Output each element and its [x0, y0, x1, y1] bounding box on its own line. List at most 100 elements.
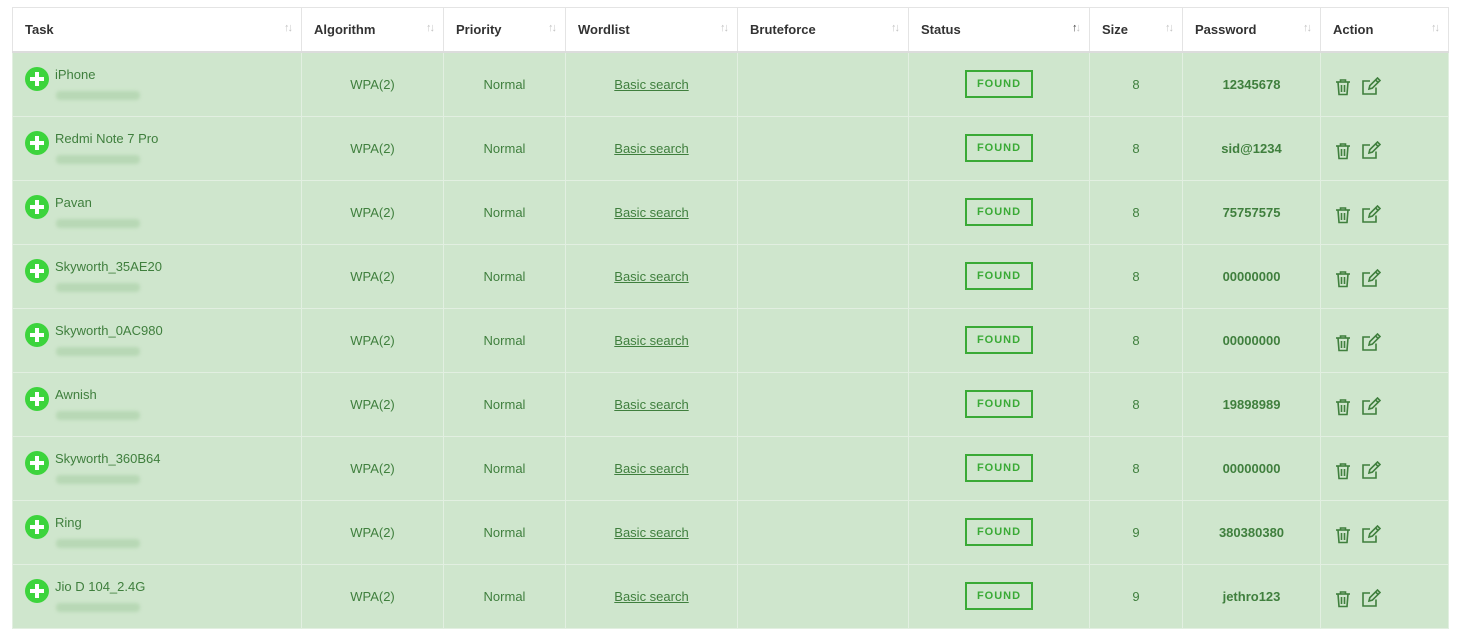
edit-icon[interactable] — [1361, 588, 1382, 611]
sort-arrows-icon[interactable]: ↑↓ — [426, 22, 435, 34]
sort-arrows-icon[interactable]: ↑↓ — [720, 22, 729, 34]
wordlist-link[interactable]: Basic search — [614, 77, 688, 92]
sort-arrows-icon[interactable]: ↑↓ — [548, 22, 557, 34]
algorithm-cell: WPA(2) — [301, 499, 444, 565]
edit-icon[interactable] — [1361, 460, 1382, 483]
tasks-table-container: Task ↑↓ Algorithm ↑↓ Priority ↑↓ Wordlist ↑↓ Bru… — [12, 7, 1449, 629]
table-row[interactable]: Skyworth_35AE20 WPA(2) Normal Basic search F… — [12, 243, 1449, 309]
task-name: Ring — [55, 514, 82, 530]
table-row[interactable]: Redmi Note 7 Pro WPA(2) Normal Basic search… — [12, 115, 1449, 181]
wordlist-link[interactable]: Basic search — [614, 205, 688, 220]
wordlist-link[interactable]: Basic search — [614, 589, 688, 604]
bruteforce-cell — [737, 563, 909, 629]
priority-cell: Normal — [443, 371, 566, 437]
column-header-wordlist[interactable]: Wordlist ↑↓ — [565, 7, 738, 53]
expand-plus-icon[interactable] — [25, 258, 49, 283]
column-header-status[interactable]: Status ↑↓ — [908, 7, 1090, 53]
edit-icon[interactable] — [1361, 396, 1382, 419]
trash-icon[interactable] — [1335, 526, 1351, 547]
status-badge: FOUND — [965, 390, 1033, 418]
edit-icon[interactable] — [1361, 140, 1382, 163]
column-header-label: Wordlist — [578, 22, 630, 37]
password-cell: 380380380 — [1182, 499, 1321, 565]
wordlist-link[interactable]: Basic search — [614, 141, 688, 156]
column-header-action[interactable]: Action ↑↓ — [1320, 7, 1449, 53]
size-cell: 8 — [1089, 179, 1183, 245]
algorithm-cell: WPA(2) — [301, 179, 444, 245]
column-header-task[interactable]: Task ↑↓ — [12, 7, 302, 53]
priority-cell: Normal — [443, 307, 566, 373]
trash-icon[interactable] — [1335, 334, 1351, 355]
password-cell: 00000000 — [1182, 307, 1321, 373]
wordlist-link[interactable]: Basic search — [614, 397, 688, 412]
redacted-bssid — [56, 346, 140, 356]
trash-icon[interactable] — [1335, 78, 1351, 99]
expand-plus-icon[interactable] — [25, 386, 49, 411]
table-row[interactable]: Skyworth_360B64 WPA(2) Normal Basic search F… — [12, 435, 1449, 501]
task-name: Skyworth_35AE20 — [55, 258, 162, 274]
status-cell: FOUND — [908, 51, 1090, 117]
table-row[interactable]: iPhone WPA(2) Normal Basic search FOUND 8 1234… — [12, 51, 1449, 117]
column-header-label: Action — [1333, 22, 1374, 37]
password-cell: jethro123 — [1182, 563, 1321, 629]
trash-icon[interactable] — [1335, 270, 1351, 291]
expand-plus-icon[interactable] — [25, 130, 49, 155]
size-cell: 8 — [1089, 435, 1183, 501]
wordlist-cell: Basic search — [565, 243, 738, 309]
column-header-label: Size — [1102, 22, 1129, 37]
sort-arrows-icon[interactable]: ↑↓ — [891, 22, 900, 34]
edit-icon[interactable] — [1361, 524, 1382, 547]
expand-plus-icon[interactable] — [25, 322, 49, 347]
bruteforce-cell — [737, 115, 909, 181]
status-badge: FOUND — [965, 326, 1033, 354]
sort-arrows-icon[interactable]: ↑↓ — [1072, 22, 1081, 34]
size-cell: 8 — [1089, 371, 1183, 437]
column-header-label: Password — [1195, 22, 1257, 37]
expand-plus-icon[interactable] — [25, 194, 49, 219]
column-header-password[interactable]: Password ↑↓ — [1182, 7, 1321, 53]
status-badge: FOUND — [965, 262, 1033, 290]
size-cell: 8 — [1089, 243, 1183, 309]
task-cell: Redmi Note 7 Pro — [12, 115, 302, 181]
trash-icon[interactable] — [1335, 206, 1351, 227]
trash-icon[interactable] — [1335, 398, 1351, 419]
wordlist-link[interactable]: Basic search — [614, 525, 688, 540]
expand-plus-icon[interactable] — [25, 578, 49, 603]
table-row[interactable]: Ring WPA(2) Normal Basic search FOUND 9 380380… — [12, 499, 1449, 565]
expand-plus-icon[interactable] — [25, 450, 49, 475]
edit-icon[interactable] — [1361, 268, 1382, 291]
trash-icon[interactable] — [1335, 142, 1351, 163]
column-header-priority[interactable]: Priority ↑↓ — [443, 7, 566, 53]
wordlist-link[interactable]: Basic search — [614, 333, 688, 348]
table-row[interactable]: Jio D 104_2.4G WPA(2) Normal Basic search FO… — [12, 563, 1449, 629]
column-header-algorithm[interactable]: Algorithm ↑↓ — [301, 7, 444, 53]
priority-cell: Normal — [443, 499, 566, 565]
size-cell: 8 — [1089, 115, 1183, 181]
column-header-bruteforce[interactable]: Bruteforce ↑↓ — [737, 7, 909, 53]
wordlist-link[interactable]: Basic search — [614, 269, 688, 284]
sort-arrows-icon[interactable]: ↑↓ — [284, 22, 293, 34]
trash-icon[interactable] — [1335, 462, 1351, 483]
expand-plus-icon[interactable] — [25, 67, 49, 91]
sort-arrows-icon[interactable]: ↑↓ — [1165, 22, 1174, 34]
task-name: iPhone — [55, 67, 96, 82]
edit-icon[interactable] — [1361, 204, 1382, 227]
sort-arrows-icon[interactable]: ↑↓ — [1303, 22, 1312, 34]
action-cell — [1320, 243, 1449, 309]
algorithm-cell: WPA(2) — [301, 243, 444, 309]
wordlist-link[interactable]: Basic search — [614, 461, 688, 476]
status-cell: FOUND — [908, 371, 1090, 437]
table-row[interactable]: Awnish WPA(2) Normal Basic search FOUND 8 1989… — [12, 371, 1449, 437]
redacted-bssid — [56, 282, 140, 292]
edit-icon[interactable] — [1361, 332, 1382, 355]
table-row[interactable]: Pavan WPA(2) Normal Basic search FOUND 8 75757… — [12, 179, 1449, 245]
trash-icon[interactable] — [1335, 590, 1351, 611]
column-header-size[interactable]: Size ↑↓ — [1089, 7, 1183, 53]
wordlist-cell: Basic search — [565, 371, 738, 437]
column-header-label: Algorithm — [314, 22, 376, 37]
table-row[interactable]: Skyworth_0AC980 WPA(2) Normal Basic search F… — [12, 307, 1449, 373]
expand-plus-icon[interactable] — [25, 514, 49, 539]
action-cell — [1320, 51, 1449, 117]
sort-arrows-icon[interactable]: ↑↓ — [1431, 22, 1440, 34]
edit-icon[interactable] — [1361, 77, 1382, 99]
